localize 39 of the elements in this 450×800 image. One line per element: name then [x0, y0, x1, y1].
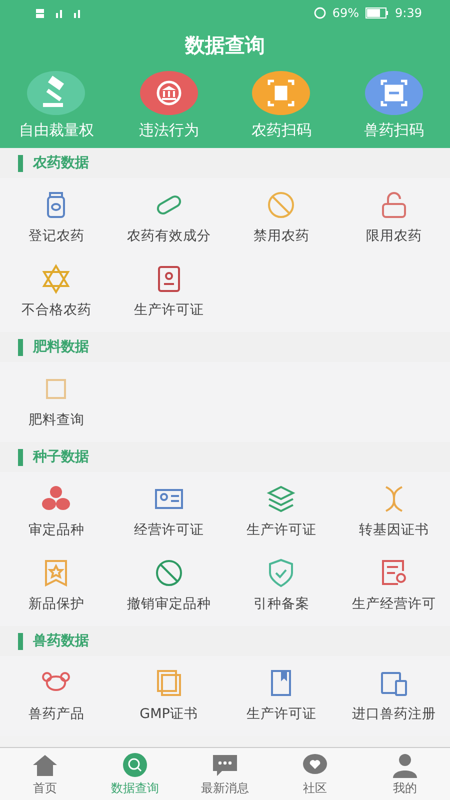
accent-bar [18, 338, 23, 356]
category-item[interactable]: 肥料查询 [0, 364, 112, 438]
section-title: 农药数据 [33, 154, 89, 172]
category-item[interactable]: 审定品种 [0, 474, 112, 548]
category-item[interactable]: 新品保护 [0, 548, 112, 622]
category-item[interactable]: GMP证书 [112, 658, 225, 732]
nav-tab[interactable]: 最新消息 [180, 748, 270, 800]
battery-icon [365, 7, 390, 19]
category-item[interactable]: 登记农药 [0, 180, 112, 254]
page-title: 数据查询 [184, 32, 266, 59]
accent-bar [18, 154, 23, 172]
category-item[interactable]: 转基因证书 [338, 474, 450, 548]
layers-icon [265, 483, 298, 515]
category-item[interactable]: 禁用农药 [225, 180, 338, 254]
category-item[interactable]: 引种备案 [225, 548, 338, 622]
category-item[interactable]: 限用农药 [338, 180, 450, 254]
category-item[interactable]: 生产经营许可 [338, 548, 450, 622]
search-icon [120, 752, 150, 778]
clock-time: 9:39 [395, 6, 422, 20]
nav-tab[interactable]: 社区 [270, 748, 360, 800]
nav-tab[interactable]: 我的 [360, 748, 450, 800]
section-title: 种子数据 [33, 448, 89, 466]
category-item[interactable]: 生产许可证 [112, 254, 225, 328]
section-title: 兽药数据 [33, 632, 89, 650]
accent-bar [18, 448, 23, 466]
category-item[interactable]: 兽药产品 [0, 658, 112, 732]
accent-bar [18, 632, 23, 650]
category-item[interactable]: 不合格农药 [0, 254, 112, 328]
category-item[interactable]: 经营许可证 [112, 474, 225, 548]
category-item[interactable]: 农药有效成分 [112, 180, 225, 254]
user-icon [390, 752, 420, 778]
star-of-david-icon [40, 263, 72, 295]
category-item[interactable]: 进口兽药注册 [338, 658, 450, 732]
category-item[interactable]: 生产许可证 [225, 658, 338, 732]
category-item[interactable]: 撤销审定品种 [112, 548, 225, 622]
battery-percentage: 69% [332, 6, 360, 20]
section-title: 肥料数据 [33, 338, 89, 356]
nav-tab[interactable]: 首页 [0, 748, 90, 800]
category-item[interactable]: 生产许可证 [225, 474, 338, 548]
